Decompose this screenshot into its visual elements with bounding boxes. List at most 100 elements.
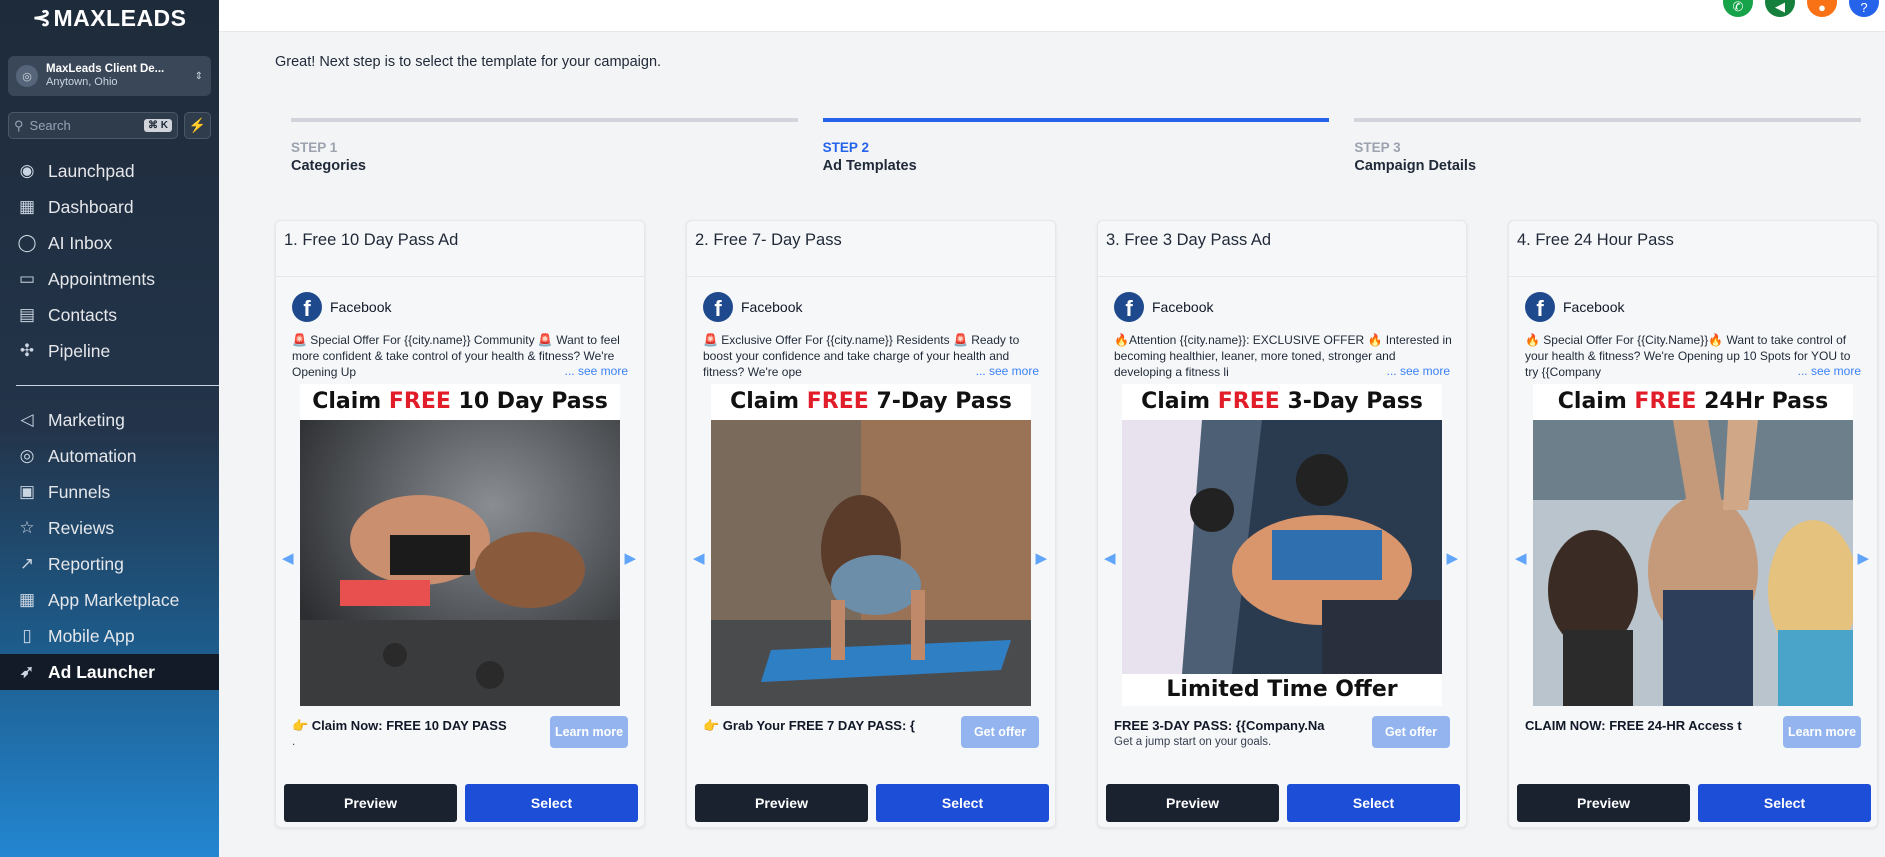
creative-headline: Claim FREE 24Hr Pass [1557, 389, 1829, 414]
learn-more-button[interactable]: Learn more [550, 716, 628, 748]
sidebar-item-pipeline[interactable]: ✣ Pipeline [0, 333, 219, 369]
select-button[interactable]: Select [465, 784, 638, 822]
sidebar-item-label: Marketing [48, 409, 125, 430]
ad-creative: Claim FREE 10 Day Pass [300, 384, 620, 706]
see-more-link[interactable]: ... see more [560, 364, 628, 378]
sidebar-item-reviews[interactable]: ☆ Reviews [0, 510, 219, 546]
creative-subbanner: Limited Time Offer [1122, 674, 1442, 706]
select-button[interactable]: Select [1698, 784, 1871, 822]
intro-text: Great! Next step is to select the templa… [275, 54, 662, 70]
see-more-link[interactable]: ... see more [1793, 364, 1861, 378]
sidebar-item-label: Funnels [48, 481, 111, 502]
sidebar-divider [16, 385, 219, 386]
calendar-icon: ▭ [18, 269, 36, 288]
chevron-updown-icon: ⇕ [194, 70, 203, 82]
step-categories[interactable]: STEP 1 Categories [291, 118, 798, 174]
select-button[interactable]: Select [1287, 784, 1460, 822]
logo-text: MAXLEADS [53, 4, 187, 31]
learn-more-button[interactable]: Learn more [1783, 716, 1861, 748]
launchpad-icon: ◉ [19, 161, 35, 180]
search-icon: ⚲ [14, 117, 24, 133]
card-title: 1. Free 10 Day Pass Ad [276, 221, 644, 277]
sidebar-nav: ◉ Launchpad ▦ Dashboard ◯ AI Inbox ▭ Appoint… [0, 153, 219, 690]
bolt-icon: ⚡ [188, 117, 207, 133]
get-offer-button[interactable]: Get offer [961, 716, 1039, 748]
sidebar-item-marketing[interactable]: ◁ Marketing [0, 402, 219, 438]
creative-headline: Claim FREE 3-Day Pass [1141, 389, 1423, 414]
preview-button[interactable]: Preview [1517, 784, 1690, 822]
location-pin-icon: ◎ [16, 65, 38, 87]
carousel-next-icon[interactable]: ▶ [1035, 549, 1047, 567]
sidebar-item-label: Pipeline [48, 340, 111, 361]
step-label: Campaign Details [1354, 158, 1477, 174]
search-input[interactable]: ⚲ Search ⌘ K [8, 112, 178, 139]
step-label: Ad Templates [822, 158, 917, 174]
funnel-icon: ▣ [18, 482, 36, 501]
sidebar-item-label: Launchpad [48, 160, 135, 181]
creative-headline: Claim FREE 10 Day Pass [312, 389, 608, 414]
step-number: STEP 1 [291, 140, 338, 155]
sidebar-item-launchpad[interactable]: ◉ Launchpad [0, 153, 219, 189]
get-offer-button[interactable]: Get offer [1372, 716, 1450, 748]
preview-button[interactable]: Preview [695, 784, 868, 822]
automation-icon: ◎ [19, 446, 35, 465]
sidebar-item-reporting[interactable]: ↗ Reporting [0, 546, 219, 582]
carousel-prev-icon[interactable]: ◀ [693, 549, 705, 567]
step-bar [822, 118, 1330, 122]
carousel-next-icon[interactable]: ▶ [1446, 549, 1458, 567]
card-title: 4. Free 24 Hour Pass [1509, 221, 1877, 277]
bell-icon[interactable]: ● [1807, 0, 1837, 17]
see-more-link[interactable]: ... see more [971, 364, 1039, 378]
sidebar-item-dashboard[interactable]: ▦ Dashboard [0, 189, 219, 225]
sidebar-item-ad-launcher[interactable]: ➶ Ad Launcher [0, 654, 219, 690]
step-number: STEP 3 [1354, 140, 1401, 155]
card-title: 2. Free 7- Day Pass [687, 221, 1055, 277]
template-card: 4. Free 24 Hour Pass f Facebook 🔥 Special… [1508, 220, 1878, 828]
step-campaign-details[interactable]: STEP 3 Campaign Details [1354, 118, 1862, 174]
carousel-next-icon[interactable]: ▶ [624, 549, 636, 567]
ad-photo [711, 420, 1031, 706]
logo[interactable]: ⊰ MAXLEADS [0, 0, 219, 36]
ad-creative: Claim FREE 3-Day Pass Limited Time Offer [1122, 384, 1442, 706]
sidebar-item-appointments[interactable]: ▭ Appointments [0, 261, 219, 297]
preview-button[interactable]: Preview [284, 784, 457, 822]
network-name: Facebook [1152, 299, 1214, 315]
carousel-prev-icon[interactable]: ◀ [1104, 549, 1116, 567]
preview-button[interactable]: Preview [1106, 784, 1279, 822]
sidebar-item-mobile-app[interactable]: ▯ Mobile App [0, 618, 219, 654]
template-card: 3. Free 3 Day Pass Ad f Facebook 🔥Attenti… [1097, 220, 1467, 828]
step-number: STEP 2 [822, 140, 869, 155]
sidebar-item-funnels[interactable]: ▣ Funnels [0, 474, 219, 510]
carousel-prev-icon[interactable]: ◀ [1515, 549, 1527, 567]
carousel-next-icon[interactable]: ▶ [1857, 549, 1869, 567]
stepper: STEP 1 Categories STEP 2 Ad Templates ST… [291, 118, 1862, 174]
sidebar-item-app-marketplace[interactable]: ▦ App Marketplace [0, 582, 219, 618]
ad-creative: Claim FREE 7-Day Pass [711, 384, 1031, 706]
phone-icon[interactable]: ✆ [1723, 0, 1753, 17]
top-bar: ✆ ◀ ● ? [219, 0, 1885, 32]
sidebar-item-label: Ad Launcher [48, 661, 155, 682]
carousel-prev-icon[interactable]: ◀ [282, 549, 294, 567]
sidebar-item-label: Contacts [48, 304, 118, 325]
location-switcher[interactable]: ◎ MaxLeads Client De... Anytown, Ohio ⇕ [8, 56, 211, 96]
trend-icon: ↗ [19, 554, 35, 573]
sidebar-item-ai-inbox[interactable]: ◯ AI Inbox [0, 225, 219, 261]
step-ad-templates[interactable]: STEP 2 Ad Templates [822, 118, 1330, 174]
cta-subtitle: . [292, 736, 296, 748]
select-button[interactable]: Select [876, 784, 1049, 822]
template-cards: 1. Free 10 Day Pass Ad f Facebook 🚨 Speci… [275, 220, 1878, 828]
sidebar-item-label: Reporting [48, 553, 124, 574]
step-bar [291, 118, 798, 122]
facebook-icon: f [292, 292, 322, 322]
rocket-icon: ➶ [19, 662, 35, 681]
help-icon[interactable]: ? [1849, 0, 1879, 17]
megaphone-icon[interactable]: ◀ [1765, 0, 1795, 17]
contacts-icon: ▤ [18, 305, 36, 324]
sidebar-item-label: Appointments [48, 268, 156, 289]
sidebar-item-automation[interactable]: ◎ Automation [0, 438, 219, 474]
see-more-link[interactable]: ... see more [1382, 364, 1450, 378]
ad-creative: Claim FREE 24Hr Pass [1533, 384, 1853, 706]
cta-title: 👉 Claim Now: FREE 10 DAY PASS [292, 718, 507, 733]
quick-action-button[interactable]: ⚡ [184, 112, 211, 139]
sidebar-item-contacts[interactable]: ▤ Contacts [0, 297, 219, 333]
